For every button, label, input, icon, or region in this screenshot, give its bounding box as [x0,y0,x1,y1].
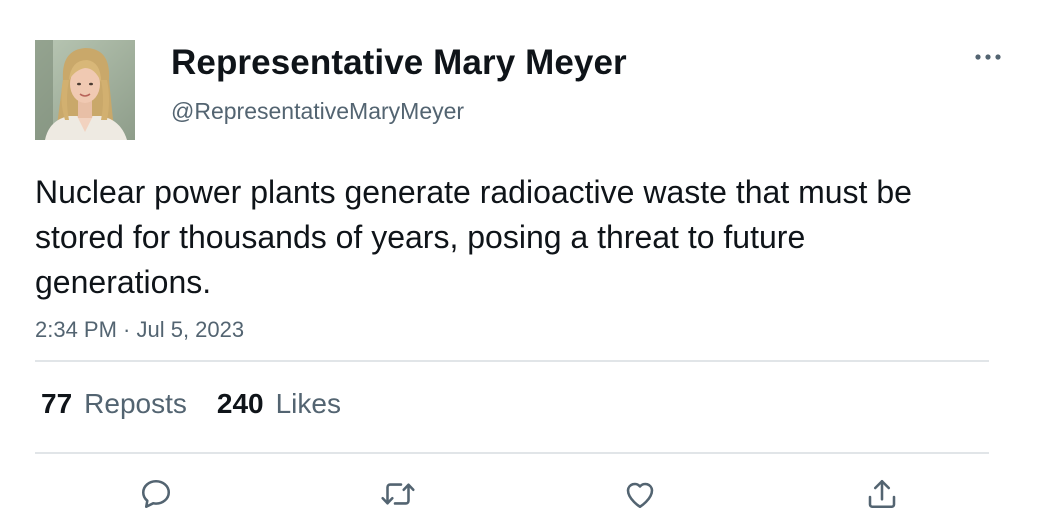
comment-icon [141,479,171,509]
author-display-name[interactable]: Representative Mary Meyer [171,42,627,84]
repost-icon [381,483,415,505]
engagement-stats: 77 Reposts 240 Likes [41,386,341,422]
share-button[interactable] [862,474,902,514]
more-options-button[interactable] [970,46,1006,68]
author-handle[interactable]: @RepresentativeMaryMeyer [171,96,464,126]
more-options-icon [975,54,1001,60]
divider [35,452,989,454]
reposts-label: Reposts [84,388,187,419]
tweet-text: Nuclear power plants generate radioactiv… [35,174,912,300]
profile-photo-icon [35,40,135,140]
avatar[interactable] [35,40,135,140]
reposts-stat[interactable]: 77 Reposts [41,386,187,422]
tweet-timestamp[interactable]: 2:34 PM · Jul 5, 2023 [35,315,244,345]
reposts-count: 77 [41,388,73,419]
reply-button[interactable] [136,474,176,514]
divider [35,360,989,362]
like-button[interactable] [620,474,660,514]
likes-label: Likes [275,388,341,419]
share-icon [868,479,896,509]
repost-button[interactable] [378,474,418,514]
heart-icon [626,482,654,509]
likes-count: 240 [216,388,264,419]
likes-stat[interactable]: 240 Likes [217,386,341,422]
tweet-card: Representative Mary Meyer @Representativ… [0,0,1050,525]
